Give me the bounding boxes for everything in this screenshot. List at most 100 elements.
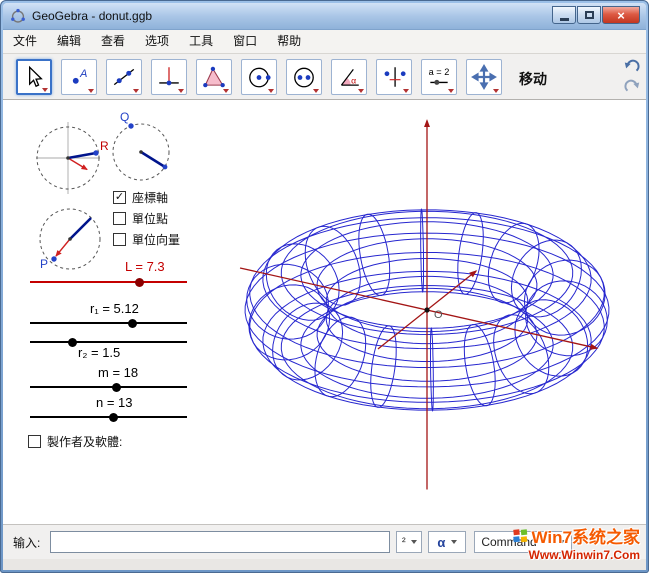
- redo-button[interactable]: [621, 77, 643, 96]
- menu-item-edit[interactable]: 编辑: [47, 30, 91, 53]
- input-field[interactable]: [50, 531, 390, 553]
- slider-r2-label: r₂ = 1.5: [78, 345, 120, 360]
- undo-icon: [623, 58, 641, 76]
- checkbox-box[interactable]: ✓: [113, 191, 126, 204]
- vector-tip-point[interactable]: [163, 165, 168, 170]
- tool-dropdown-arrow[interactable]: [268, 89, 274, 93]
- undo-redo-group: [621, 57, 643, 97]
- checkbox-box[interactable]: [113, 233, 126, 246]
- tool-dropdown-arrow[interactable]: [403, 89, 409, 93]
- blue-vector-P[interactable]: [70, 218, 91, 239]
- tool-circle-button[interactable]: [241, 59, 277, 95]
- tool-dropdown-arrow[interactable]: [88, 89, 94, 93]
- circle-center-point: [139, 150, 143, 154]
- origin-point[interactable]: [424, 307, 429, 312]
- window-title: GeoGebra - donut.ggb: [32, 9, 152, 23]
- tool-dropdown-arrow[interactable]: [178, 89, 184, 93]
- chevron-down-icon: [451, 540, 457, 544]
- menu-item-file[interactable]: 文件: [3, 30, 47, 53]
- slider-n-handle[interactable]: [109, 413, 118, 422]
- slider-r2-handle[interactable]: [68, 338, 77, 347]
- circle-two-points-icon: [291, 64, 317, 90]
- window-bottom-strip: [3, 559, 646, 570]
- current-mode-label: 移动: [519, 69, 547, 89]
- slider-L-handle[interactable]: [135, 278, 144, 287]
- checkbox-unit-vector[interactable]: 單位向量: [113, 231, 180, 248]
- slider-r1-label: r₁ = 5.12: [90, 301, 139, 316]
- checkbox-axes[interactable]: ✓ 座標軸: [113, 189, 168, 206]
- point-Q-label: Q: [120, 110, 129, 124]
- tool-dropdown-arrow[interactable]: [358, 89, 364, 93]
- tool-dropdown-arrow[interactable]: [313, 89, 319, 93]
- slider-icon: a = 2: [426, 64, 452, 90]
- tool-point-button[interactable]: A: [61, 59, 97, 95]
- checkbox-unit-point[interactable]: 單位點: [113, 210, 168, 227]
- menu-item-window[interactable]: 窗口: [223, 30, 267, 53]
- circle-center-point: [68, 237, 72, 241]
- menu-item-options[interactable]: 选项: [135, 30, 179, 53]
- point-Q[interactable]: [128, 123, 133, 128]
- slider-m-label: m = 18: [98, 365, 138, 380]
- blue-vector-R[interactable]: [68, 153, 96, 158]
- command-dropdown[interactable]: Command: [474, 531, 572, 553]
- slider-r1-track[interactable]: [30, 322, 187, 324]
- redo-icon: [623, 78, 641, 96]
- move-cursor-icon: [21, 64, 47, 90]
- checkbox-box[interactable]: [113, 212, 126, 225]
- tool-conic-button[interactable]: [286, 59, 322, 95]
- tool-move-button[interactable]: [16, 59, 52, 95]
- point-icon: A: [66, 64, 92, 90]
- tool-slider-button[interactable]: a = 2: [421, 59, 457, 95]
- checkbox-box[interactable]: [28, 435, 41, 448]
- slider-L-track[interactable]: [30, 281, 187, 283]
- title-bar[interactable]: GeoGebra - donut.ggb ×: [3, 3, 646, 30]
- point-P[interactable]: [51, 256, 56, 261]
- menu-item-help[interactable]: 帮助: [267, 30, 311, 53]
- red-vector-3[interactable]: [56, 239, 70, 256]
- svg-text:α: α: [351, 76, 356, 86]
- toolbar: A: [3, 54, 646, 100]
- slider-r2-track[interactable]: [30, 341, 187, 343]
- minimize-button[interactable]: [552, 6, 576, 24]
- tool-perpendicular-line-button[interactable]: [151, 59, 187, 95]
- tool-move-view-button[interactable]: [466, 59, 502, 95]
- polygon-icon: [201, 64, 227, 90]
- tool-reflect-button[interactable]: [376, 59, 412, 95]
- slider-n-label: n = 13: [96, 395, 133, 410]
- point-R-label: R: [100, 139, 109, 153]
- symbol-dropdown-button[interactable]: ²: [396, 531, 422, 553]
- tool-dropdown-arrow[interactable]: [133, 89, 139, 93]
- point-R[interactable]: [93, 150, 98, 155]
- slider-m-handle[interactable]: [112, 383, 121, 392]
- graphics-view[interactable]: R Q P: [3, 100, 646, 524]
- undo-button[interactable]: [621, 57, 643, 76]
- maximize-icon: [585, 11, 594, 19]
- tool-line-button[interactable]: [106, 59, 142, 95]
- reflect-icon: [381, 64, 407, 90]
- tool-dropdown-arrow[interactable]: [223, 89, 229, 93]
- close-button[interactable]: ×: [602, 6, 640, 24]
- chevron-down-icon: [411, 540, 417, 544]
- maximize-button[interactable]: [577, 6, 601, 24]
- checkbox-author-software[interactable]: 製作者及軟體:: [28, 433, 122, 450]
- geogebra-app-icon: [10, 8, 26, 24]
- line-icon: [111, 64, 137, 90]
- angle-icon: α: [336, 64, 362, 90]
- close-icon: ×: [617, 9, 625, 22]
- blue-vector-Q[interactable]: [141, 152, 165, 167]
- tool-polygon-button[interactable]: [196, 59, 232, 95]
- tool-angle-button[interactable]: α: [331, 59, 367, 95]
- slider-r1-handle[interactable]: [128, 319, 137, 328]
- superscript-icon: ²: [402, 536, 406, 548]
- red-vector-1[interactable]: [68, 158, 87, 170]
- menu-item-view[interactable]: 查看: [91, 30, 135, 53]
- tool-dropdown-arrow[interactable]: [448, 89, 454, 93]
- menu-item-tools[interactable]: 工具: [179, 30, 223, 53]
- greek-dropdown-button[interactable]: α: [428, 531, 466, 553]
- origin-label: O: [434, 309, 443, 321]
- slider-m-track[interactable]: [30, 386, 187, 388]
- circle-icon: [246, 64, 272, 90]
- tool-dropdown-arrow[interactable]: [493, 89, 499, 93]
- circle-center-point: [66, 156, 70, 160]
- tool-dropdown-arrow[interactable]: [42, 88, 48, 92]
